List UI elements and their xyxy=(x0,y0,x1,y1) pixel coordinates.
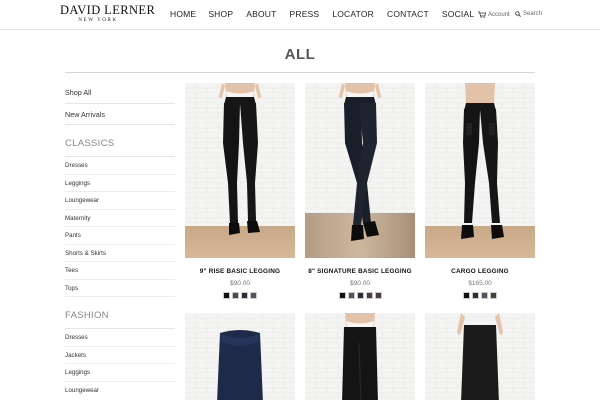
nav-social[interactable]: SOCIAL xyxy=(442,9,474,19)
product-card[interactable]: CARGO LEGGING $165.00 xyxy=(425,83,535,299)
product-price: $90.00 xyxy=(230,280,250,287)
color-swatch[interactable] xyxy=(250,292,257,299)
product-image[interactable] xyxy=(425,83,535,258)
account-link[interactable]: Account xyxy=(478,11,510,18)
sidebar-item-classics-maternity[interactable]: Maternity xyxy=(65,210,175,227)
model-photo xyxy=(185,313,295,400)
nav-about[interactable]: ABOUT xyxy=(246,9,276,19)
color-swatch[interactable] xyxy=(472,292,479,299)
cart-icon xyxy=(478,11,486,18)
sidebar-item-fashion-jackets[interactable]: Jackets xyxy=(65,347,175,364)
search-link[interactable]: Search xyxy=(515,11,542,17)
product-image[interactable] xyxy=(305,313,415,400)
color-swatch[interactable] xyxy=(223,292,230,299)
model-photo xyxy=(425,313,535,400)
product-image[interactable] xyxy=(185,83,295,258)
color-swatches xyxy=(305,292,415,299)
sidebar-item-classics-dresses[interactable]: Dresses xyxy=(65,157,175,175)
product-image[interactable] xyxy=(185,313,295,400)
nav-shop[interactable]: SHOP xyxy=(208,9,233,19)
color-swatches xyxy=(185,292,295,299)
product-card[interactable] xyxy=(305,313,415,400)
color-swatch[interactable] xyxy=(463,292,470,299)
product-name[interactable]: 9" RISE BASIC LEGGING xyxy=(185,268,295,275)
product-price: $165.00 xyxy=(468,280,492,287)
product-card[interactable]: 8" SIGNATURE BASIC LEGGING $90.00 xyxy=(305,83,415,299)
sidebar-item-classics-tops[interactable]: Tops xyxy=(65,280,175,297)
product-image[interactable] xyxy=(305,83,415,258)
color-swatch[interactable] xyxy=(481,292,488,299)
sidebar-item-classics-loungewear[interactable]: Loungewear xyxy=(65,192,175,210)
sidebar-item-fashion-loungewear[interactable]: Loungewear xyxy=(65,382,175,400)
category-sidebar: Shop All New Arrivals CLASSICS Dresses L… xyxy=(65,82,175,399)
sidebar-item-classics-leggings[interactable]: Leggings xyxy=(65,175,175,192)
brand-name: DAVID LERNER xyxy=(60,3,156,17)
brand-location: NEW YORK xyxy=(78,18,118,23)
product-price: $90.00 xyxy=(350,280,370,287)
color-swatch[interactable] xyxy=(241,292,248,299)
product-card[interactable] xyxy=(425,313,535,400)
color-swatches xyxy=(425,292,535,299)
title-divider xyxy=(65,72,535,73)
brand-logo[interactable]: DAVID LERNER NEW YORK xyxy=(60,3,156,24)
page-title: ALL xyxy=(284,46,316,63)
sidebar-heading-fashion[interactable]: FASHION xyxy=(65,297,175,329)
nav-press[interactable]: PRESS xyxy=(289,9,319,19)
product-card[interactable] xyxy=(185,313,295,400)
search-label: Search xyxy=(523,11,543,17)
nav-locator[interactable]: LOCATOR xyxy=(332,9,374,19)
nav-contact[interactable]: CONTACT xyxy=(387,9,429,19)
account-label: Account xyxy=(488,11,510,18)
product-image[interactable] xyxy=(425,313,535,400)
sidebar-new-arrivals[interactable]: New Arrivals xyxy=(65,104,175,125)
site-header: DAVID LERNER NEW YORK HOME SHOP ABOUT PR… xyxy=(0,0,600,30)
sidebar-item-fashion-leggings[interactable]: Leggings xyxy=(65,364,175,382)
model-photo xyxy=(305,83,415,258)
sidebar-heading-classics[interactable]: CLASSICS xyxy=(65,125,175,157)
sidebar-item-fashion-dresses[interactable]: Dresses xyxy=(65,329,175,347)
model-photo xyxy=(425,83,535,258)
color-swatch[interactable] xyxy=(374,292,382,299)
color-swatch[interactable] xyxy=(365,292,373,299)
search-icon xyxy=(515,11,521,17)
color-swatch[interactable] xyxy=(490,292,497,299)
main-nav: HOME SHOP ABOUT PRESS LOCATOR CONTACT SO… xyxy=(170,9,474,19)
sidebar-shop-all[interactable]: Shop All xyxy=(65,82,175,104)
sidebar-item-classics-shorts-skirts[interactable]: Shorts & Skirts xyxy=(65,245,175,262)
sidebar-item-classics-pants[interactable]: Pants xyxy=(65,227,175,245)
model-photo xyxy=(305,313,415,400)
product-name[interactable]: 8" SIGNATURE BASIC LEGGING xyxy=(305,268,415,275)
color-swatch[interactable] xyxy=(232,292,239,299)
product-name[interactable]: CARGO LEGGING xyxy=(425,268,535,275)
product-card[interactable]: 9" RISE BASIC LEGGING $90.00 xyxy=(185,83,295,299)
sidebar-item-classics-tees[interactable]: Tees xyxy=(65,262,175,280)
color-swatch[interactable] xyxy=(338,292,346,299)
color-swatch[interactable] xyxy=(347,292,355,299)
nav-home[interactable]: HOME xyxy=(170,9,196,19)
color-swatch[interactable] xyxy=(356,292,364,299)
model-photo xyxy=(185,83,295,258)
